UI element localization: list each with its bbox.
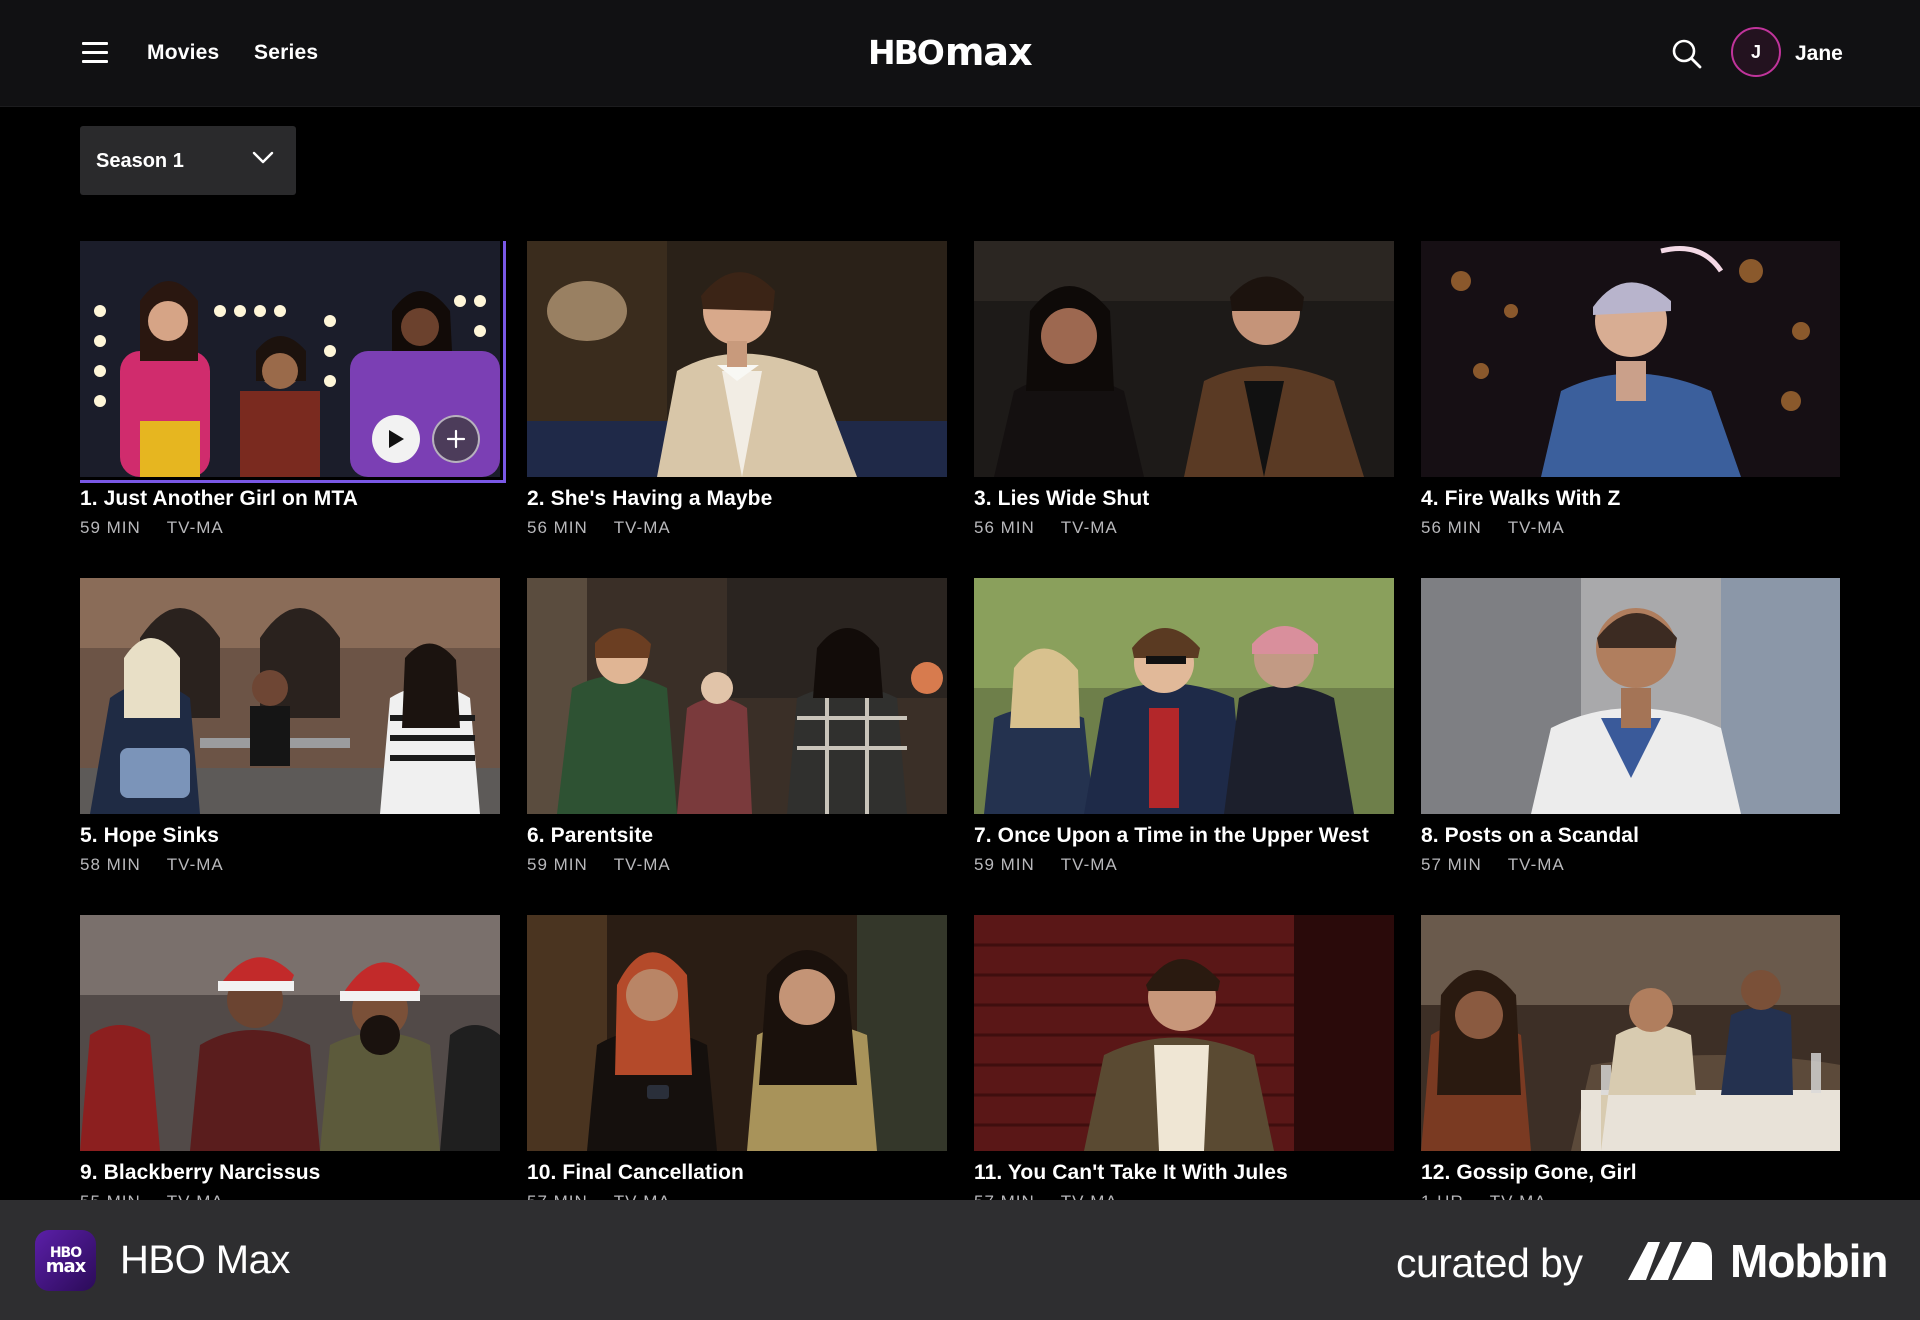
episode-card[interactable]: 3. Lies Wide Shut 56 MIN TV-MA — [974, 241, 1394, 538]
episode-thumbnail[interactable] — [527, 915, 947, 1151]
episode-thumbnail[interactable] — [80, 915, 500, 1151]
mobbin-brand-name: Mobbin — [1730, 1235, 1888, 1287]
episode-rating: TV-MA — [613, 518, 671, 537]
episode-title: 8. Posts on a Scandal — [1421, 824, 1640, 847]
episode-title: 6. Parentsite — [527, 824, 654, 847]
episode-thumbnail[interactable] — [527, 578, 947, 814]
episode-card[interactable]: 12. Gossip Gone, Girl 1 HR TV-MA — [1421, 915, 1840, 1206]
episode-thumbnail[interactable] — [1421, 241, 1840, 477]
episode-duration: 56 MIN — [974, 518, 1035, 537]
episode-duration: 59 MIN — [80, 518, 141, 537]
episode-thumbnail[interactable] — [527, 241, 947, 477]
episode-duration: 57 MIN — [1421, 855, 1482, 874]
logo-hbo-text: HBO — [868, 32, 945, 72]
logo-max-text: max — [944, 30, 1033, 74]
episode-rating: TV-MA — [166, 855, 224, 874]
card-actions — [372, 415, 480, 463]
episode-duration: 59 MIN — [974, 855, 1035, 874]
episode-card[interactable]: 8. Posts on a Scandal 57 MIN TV-MA — [1421, 578, 1840, 875]
episode-title: 12. Gossip Gone, Girl — [1421, 1161, 1637, 1184]
episode-rating: TV-MA — [1507, 855, 1565, 874]
episode-card[interactable]: 4. Fire Walks With Z 56 MIN TV-MA — [1421, 241, 1840, 538]
episode-card[interactable]: 5. Hope Sinks 58 MIN TV-MA — [80, 578, 500, 875]
episode-card[interactable]: 11. You Can't Take It With Jules 57 MIN T… — [974, 915, 1394, 1206]
episode-thumbnail[interactable] — [1421, 915, 1840, 1151]
episode-title: 11. You Can't Take It With Jules — [974, 1161, 1288, 1184]
episode-rating: TV-MA — [166, 518, 224, 537]
episode-rating: TV-MA — [613, 855, 671, 874]
episode-rating: TV-MA — [1507, 518, 1565, 537]
season-dropdown[interactable]: Season 1 — [80, 126, 296, 195]
episode-duration: 58 MIN — [80, 855, 141, 874]
episode-rating: TV-MA — [1060, 855, 1118, 874]
hbo-max-logo[interactable]: HBO max — [868, 30, 1033, 74]
episode-title: 3. Lies Wide Shut — [974, 487, 1150, 510]
episode-meta: 56 MIN TV-MA — [527, 518, 947, 538]
attribution-footer: HBO max HBO Max curated by Mobbin — [0, 1200, 1920, 1320]
nav-link-series[interactable]: Series — [254, 41, 318, 65]
episode-meta: 59 MIN TV-MA — [527, 855, 947, 875]
curated-by-label: curated by — [1396, 1240, 1583, 1286]
episode-card[interactable]: 2. She's Having a Maybe 56 MIN TV-MA — [527, 241, 947, 538]
episode-thumbnail[interactable] — [80, 241, 506, 483]
play-icon — [389, 430, 404, 448]
mobbin-logo-icon — [1628, 1242, 1712, 1280]
hamburger-icon[interactable] — [82, 42, 108, 63]
episode-rating: TV-MA — [1060, 518, 1118, 537]
search-icon[interactable] — [1671, 38, 1703, 70]
hbo-max-app-icon: HBO max — [35, 1230, 96, 1291]
chevron-down-icon — [252, 151, 274, 164]
episode-thumbnail[interactable] — [974, 915, 1394, 1151]
episode-meta: 58 MIN TV-MA — [80, 855, 500, 875]
avatar[interactable]: J — [1731, 27, 1781, 77]
episode-thumbnail[interactable] — [80, 578, 500, 814]
episode-title: 2. She's Having a Maybe — [527, 487, 773, 510]
plus-icon — [446, 429, 466, 449]
episode-card[interactable]: 7. Once Upon a Time in the Upper West 59… — [974, 578, 1394, 875]
top-navigation-bar: Movies Series HBO max J Jane — [0, 0, 1920, 107]
add-to-list-button[interactable] — [432, 415, 480, 463]
profile-username[interactable]: Jane — [1795, 42, 1843, 66]
episode-meta: 59 MIN TV-MA — [974, 855, 1394, 875]
episode-grid: 1. Just Another Girl on MTA 59 MIN TV-MA … — [80, 241, 1840, 1206]
episode-card[interactable]: 1. Just Another Girl on MTA 59 MIN TV-MA — [80, 241, 506, 538]
episode-meta: 57 MIN TV-MA — [1421, 855, 1840, 875]
episode-title: 4. Fire Walks With Z — [1421, 487, 1621, 510]
episode-meta: 56 MIN TV-MA — [1421, 518, 1840, 538]
episode-duration: 56 MIN — [527, 518, 588, 537]
episode-card[interactable]: 9. Blackberry Narcissus 55 MIN TV-MA — [80, 915, 500, 1206]
episode-thumbnail[interactable] — [974, 241, 1394, 477]
app-name: HBO Max — [120, 1238, 290, 1282]
app-icon-max: max — [45, 1255, 87, 1277]
season-dropdown-value: Season 1 — [96, 150, 184, 172]
episode-card[interactable]: 10. Final Cancellation 57 MIN TV-MA — [527, 915, 947, 1206]
episode-title: 9. Blackberry Narcissus — [80, 1161, 321, 1184]
episode-title: 7. Once Upon a Time in the Upper West — [974, 824, 1369, 847]
episode-meta: 56 MIN TV-MA — [974, 518, 1394, 538]
episode-meta: 59 MIN TV-MA — [80, 518, 500, 538]
episode-thumbnail[interactable] — [974, 578, 1394, 814]
episode-duration: 56 MIN — [1421, 518, 1482, 537]
episode-title: 5. Hope Sinks — [80, 824, 220, 847]
episode-card[interactable]: 6. Parentsite 59 MIN TV-MA — [527, 578, 947, 875]
episode-title: 10. Final Cancellation — [527, 1161, 744, 1184]
episode-duration: 59 MIN — [527, 855, 588, 874]
nav-link-movies[interactable]: Movies — [147, 41, 219, 65]
episode-thumbnail[interactable] — [1421, 578, 1840, 814]
play-button[interactable] — [372, 415, 420, 463]
episode-title: 1. Just Another Girl on MTA — [80, 487, 359, 510]
